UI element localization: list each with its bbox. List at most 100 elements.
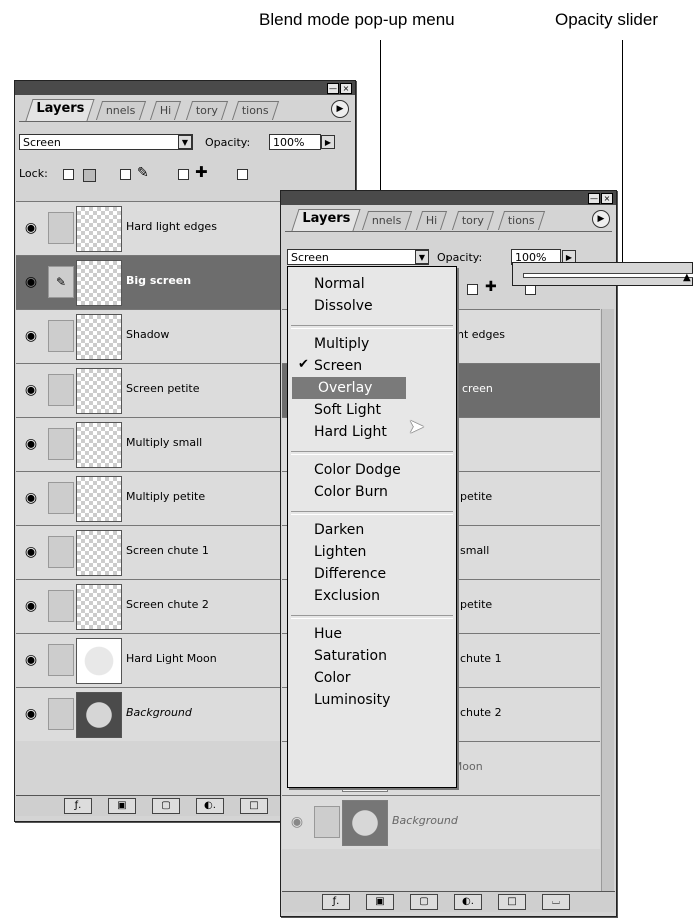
menu-item-normal[interactable]: Normal <box>288 273 456 295</box>
palette-titlebar[interactable]: — × <box>281 191 616 205</box>
tab-channels[interactable]: nnels <box>361 211 412 230</box>
menu-item-soft-light[interactable]: Soft Light <box>288 399 456 421</box>
layer-style-icon[interactable]: ƒ. <box>64 798 92 814</box>
menu-separator <box>291 325 453 329</box>
link-slot[interactable] <box>48 428 74 460</box>
menu-item-multiply[interactable]: Multiply <box>288 333 456 355</box>
layer-name: Hard light edges <box>126 220 217 233</box>
trash-icon[interactable]: ⌴ <box>542 894 570 910</box>
adjustment-layer-icon[interactable]: ◐. <box>196 798 224 814</box>
tab-layers[interactable]: Layers <box>25 99 95 121</box>
layer-style-icon[interactable]: ƒ. <box>322 894 350 910</box>
lock-transparency-checkbox[interactable] <box>63 169 74 180</box>
menu-item-color[interactable]: Color <box>288 667 456 689</box>
link-slot[interactable] <box>48 320 74 352</box>
menu-separator <box>291 511 453 515</box>
eye-icon[interactable]: ◉ <box>286 811 308 833</box>
chevron-down-icon[interactable]: ▼ <box>178 135 192 149</box>
lock-move-checkbox[interactable] <box>178 169 189 180</box>
palette-menu-icon[interactable]: ▶ <box>331 100 349 118</box>
link-slot[interactable] <box>48 590 74 622</box>
opacity-label: Opacity: <box>205 136 251 149</box>
tab-actions[interactable]: tions <box>231 101 279 120</box>
eye-icon[interactable]: ◉ <box>20 541 42 563</box>
menu-item-dissolve[interactable]: Dissolve <box>288 295 456 317</box>
tab-actions[interactable]: tions <box>497 211 545 230</box>
link-slot[interactable] <box>314 806 340 838</box>
link-slot[interactable] <box>48 212 74 244</box>
layer-thumbnail <box>76 206 122 252</box>
eye-icon[interactable]: ◉ <box>20 595 42 617</box>
new-layer-icon[interactable]: □ <box>240 798 268 814</box>
layer-thumbnail <box>76 638 122 684</box>
blend-mode-select[interactable]: Screen <box>19 134 193 150</box>
new-set-icon[interactable]: ▢ <box>152 798 180 814</box>
layer-name: petite <box>460 490 493 503</box>
link-slot[interactable] <box>48 644 74 676</box>
close-icon[interactable]: × <box>340 83 352 94</box>
slider-track[interactable] <box>523 273 693 278</box>
opacity-slider[interactable]: ▲ <box>512 262 693 286</box>
link-slot[interactable] <box>48 374 74 406</box>
chevron-down-icon[interactable]: ▼ <box>415 250 429 264</box>
eye-icon[interactable]: ◉ <box>20 379 42 401</box>
menu-item-hue[interactable]: Hue <box>288 623 456 645</box>
eye-icon[interactable]: ◉ <box>20 217 42 239</box>
minimize-icon[interactable]: — <box>588 193 600 204</box>
slider-thumb-icon[interactable]: ▲ <box>683 272 691 283</box>
eye-icon[interactable]: ◉ <box>20 703 42 725</box>
tab-history[interactable]: Hi <box>415 211 448 230</box>
brush-icon[interactable]: ✎ <box>48 266 74 298</box>
menu-item-luminosity[interactable]: Luminosity <box>288 689 456 711</box>
layer-row[interactable]: ◉ Background <box>282 795 600 849</box>
menu-item-saturation[interactable]: Saturation <box>288 645 456 667</box>
new-layer-icon[interactable]: □ <box>498 894 526 910</box>
layer-thumbnail <box>76 692 122 738</box>
menu-item-darken[interactable]: Darken <box>288 519 456 541</box>
opacity-slider-callout: Opacity slider <box>555 10 658 29</box>
menu-item-hard-light[interactable]: Hard Light <box>288 421 456 443</box>
minimize-icon[interactable]: — <box>327 83 339 94</box>
lock-all-checkbox[interactable] <box>237 169 248 180</box>
link-slot[interactable] <box>48 698 74 730</box>
menu-item-lighten[interactable]: Lighten <box>288 541 456 563</box>
menu-item-color-dodge[interactable]: Color Dodge <box>288 459 456 481</box>
mask-icon[interactable]: ▣ <box>366 894 394 910</box>
menu-item-color-burn[interactable]: Color Burn <box>288 481 456 503</box>
close-icon[interactable]: × <box>601 193 613 204</box>
opacity-arrow-icon[interactable]: ▶ <box>321 135 335 149</box>
menu-item-exclusion[interactable]: Exclusion <box>288 585 456 607</box>
link-slot[interactable] <box>48 482 74 514</box>
eye-icon[interactable]: ◉ <box>20 433 42 455</box>
menu-item-screen[interactable]: Screen <box>288 355 456 377</box>
tab-history-2[interactable]: tory <box>185 101 229 120</box>
layer-thumbnail <box>76 476 122 522</box>
opacity-label: Opacity: <box>437 251 483 264</box>
palette-menu-icon[interactable]: ▶ <box>592 210 610 228</box>
opacity-field[interactable]: 100% <box>269 134 321 150</box>
menu-item-difference[interactable]: Difference <box>288 563 456 585</box>
layer-name: small <box>460 544 490 557</box>
tab-history[interactable]: Hi <box>149 101 182 120</box>
tab-layers[interactable]: Layers <box>291 209 361 231</box>
lock-brush-checkbox[interactable] <box>120 169 131 180</box>
layer-thumbnail <box>76 530 122 576</box>
palette-titlebar[interactable]: — × <box>15 81 355 95</box>
layer-thumbnail <box>76 314 122 360</box>
eye-icon[interactable]: ◉ <box>20 649 42 671</box>
new-set-icon[interactable]: ▢ <box>410 894 438 910</box>
lock-image-checkbox[interactable] <box>83 169 96 182</box>
link-slot[interactable] <box>48 536 74 568</box>
blend-mode-select[interactable]: Screen <box>287 249 429 265</box>
adjustment-layer-icon[interactable]: ◐. <box>454 894 482 910</box>
eye-icon[interactable]: ◉ <box>20 487 42 509</box>
eye-icon[interactable]: ◉ <box>20 271 42 293</box>
scrollbar[interactable] <box>601 309 614 894</box>
lock-move-checkbox[interactable] <box>467 284 478 295</box>
menu-item-overlay[interactable]: Overlay <box>292 377 406 399</box>
mask-icon[interactable]: ▣ <box>108 798 136 814</box>
eye-icon[interactable]: ◉ <box>20 325 42 347</box>
layer-thumbnail <box>76 584 122 630</box>
tab-channels[interactable]: nnels <box>95 101 146 120</box>
tab-history-2[interactable]: tory <box>451 211 495 230</box>
